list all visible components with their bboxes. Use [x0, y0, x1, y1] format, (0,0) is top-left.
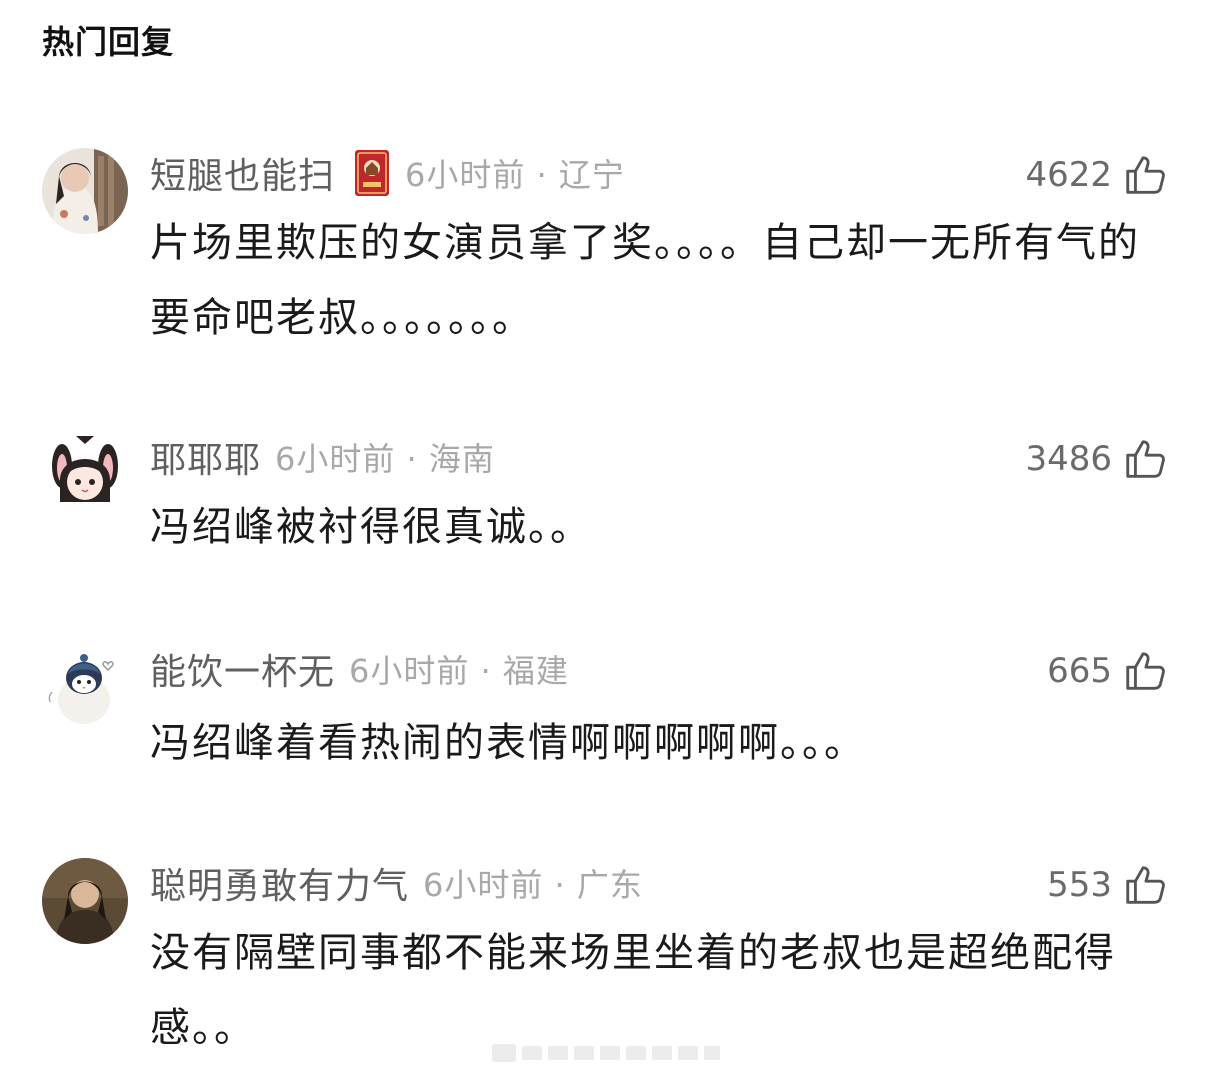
- avatar[interactable]: [42, 644, 128, 730]
- comment-text: 冯绍峰着看热闹的表情啊啊啊啊啊。。。: [150, 720, 866, 766]
- like-button[interactable]: 3486: [1025, 434, 1168, 484]
- like-button[interactable]: 553: [1047, 860, 1168, 910]
- avatar[interactable]: [42, 858, 128, 944]
- username[interactable]: 聪明勇敢有力气: [150, 857, 409, 909]
- watermark-logo: [492, 1044, 720, 1062]
- comment-meta: 能饮一杯无 6小时前 · 福建: [150, 644, 569, 694]
- username[interactable]: 耶耶耶: [150, 431, 261, 483]
- thumbs-up-icon: [1126, 440, 1165, 478]
- comment-meta: 短腿也能扫 6小时前 · 辽宁: [150, 148, 625, 198]
- avatar[interactable]: [42, 432, 128, 518]
- username[interactable]: 能饮一杯无: [150, 643, 335, 695]
- timestamp-location: 6小时前 · 辽宁: [405, 156, 625, 194]
- thumbs-up-icon: [1126, 156, 1165, 194]
- thumbs-up-icon: [1126, 652, 1165, 690]
- timestamp-location: 6小时前 · 福建: [349, 652, 569, 690]
- like-count: 4622: [1025, 155, 1112, 195]
- thumbs-up-icon: [1126, 866, 1165, 904]
- avatar[interactable]: [42, 148, 128, 234]
- timestamp-location: 6小时前 · 海南: [275, 440, 495, 478]
- comment-text: 片场里欺压的女演员拿了奖。。。。自己却一无所有气的要命吧老叔。。。。。。。: [150, 220, 1140, 341]
- like-button[interactable]: 4622: [1025, 150, 1168, 200]
- username[interactable]: 短腿也能扫: [150, 147, 335, 199]
- timestamp-location: 6小时前 · 广东: [423, 866, 643, 904]
- like-count: 3486: [1025, 439, 1112, 479]
- comment-meta: 聪明勇敢有力气 6小时前 · 广东: [150, 858, 643, 908]
- comment-meta: 耶耶耶 6小时前 · 海南: [150, 432, 495, 482]
- red-book-badge-icon[interactable]: [353, 148, 391, 198]
- comment-text: 冯绍峰被衬得很真诚。。: [150, 504, 592, 550]
- like-button[interactable]: 665: [1047, 646, 1168, 696]
- like-count: 665: [1047, 651, 1112, 691]
- like-count: 553: [1047, 865, 1112, 905]
- section-title: 热门回复: [42, 23, 175, 61]
